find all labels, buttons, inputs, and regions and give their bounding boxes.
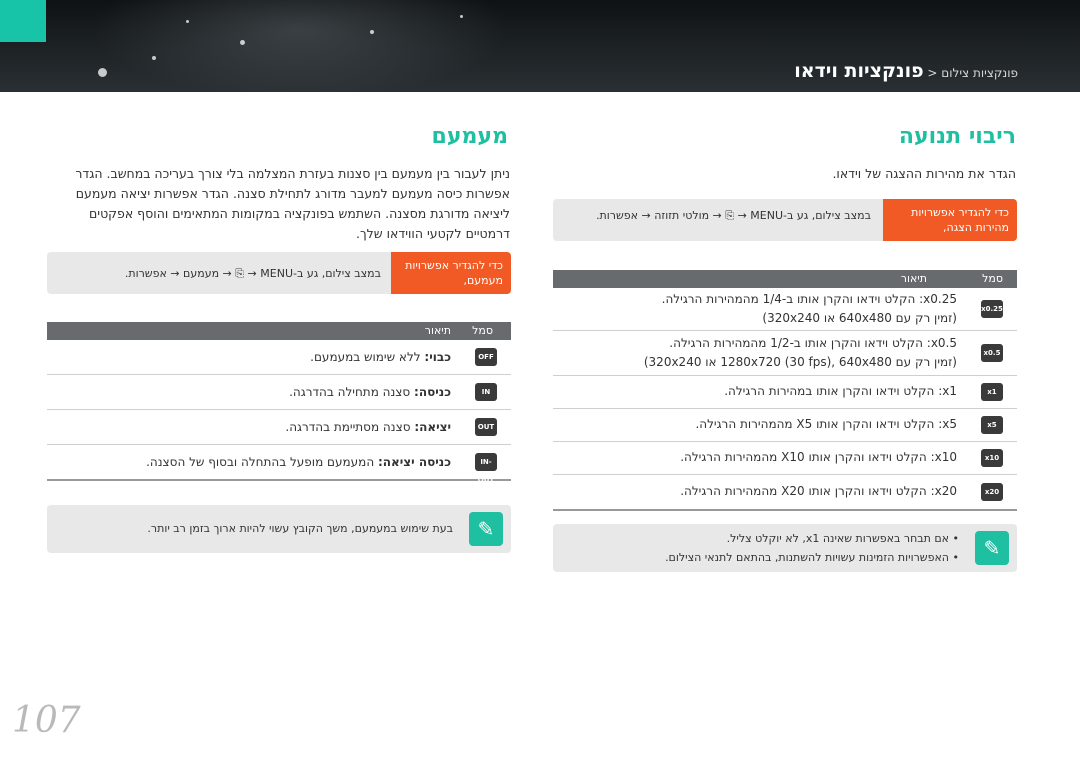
menu-path-box: כדי להגדיר אפשרויות מהירות הצגה, במצב צי… (553, 199, 1017, 241)
note-box-motion: ✎ • אם תבחר באפשרות שאינה x1, לא יוקלט צ… (553, 524, 1017, 572)
light-dot (370, 30, 374, 34)
menu-path-box: כדי להגדיר אפשרויות מעמעם, במצב צילום, ג… (47, 252, 511, 294)
motion-x0.25-icon: x0.25 (981, 300, 1003, 318)
motion-table: סמל תיאור x0.25 x0.25: הקלט וידאו והקרן … (553, 270, 1017, 511)
table-header: סמל תיאור (47, 322, 511, 340)
fader-out-icon: OUT (475, 418, 497, 436)
table-row: IN-OUT כניסה יציאה: המעמעם מופעל בהתחלה … (47, 445, 511, 484)
header-glow (90, 0, 510, 92)
table-row: IN כניסה: סצנה מתחילה בהדרגה. (47, 375, 511, 410)
light-dot (98, 68, 107, 77)
note-text: • אם תבחר באפשרות שאינה x1, לא יוקלט צלי… (665, 532, 959, 564)
section-title-motion: ריבוי תנועה (898, 124, 1016, 149)
motion-x1-icon: x1 (981, 383, 1003, 401)
row-text: x10: הקלט וידאו והקרן אותו X10 מהמהירות … (680, 450, 957, 464)
row-text: כבוי: ללא שימוש במעמעם. (310, 350, 451, 364)
section-desc-fader: ניתן לעבור בין מעמעם בין סצנות בעזרת המצ… (75, 166, 510, 241)
fader-table: סמל תיאור OFF כבוי: ללא שימוש במעמעם. IN… (47, 322, 511, 484)
fader-in-icon: IN (475, 383, 497, 401)
row-text: כניסה יציאה: המעמעם מופעל בהתחלה ובסוף ש… (146, 455, 451, 469)
section-title-fader: מעמעם (431, 124, 508, 149)
menu-path-label: כדי להגדיר אפשרויות מעמעם, (391, 252, 511, 294)
fader-in-out-icon: IN-OUT (475, 453, 497, 484)
table-row: x0.25 x0.25: הקלט וידאו והקרן אותו ב-1/4… (553, 288, 1017, 331)
fader-off-icon: OFF (475, 348, 497, 366)
chapter-tab (0, 0, 46, 42)
note-box-fader: ✎ בעת שימוש במעמעם, משך הקובץ עשוי להיות… (47, 505, 511, 553)
light-dot (186, 20, 189, 23)
row-text: x20: הקלט וידאו והקרן אותו X20 מהמהירות … (680, 484, 957, 498)
motion-x20-icon: x20 (981, 483, 1003, 501)
menu-path-label: כדי להגדיר אפשרויות מהירות הצגה, (883, 199, 1017, 241)
light-dot (460, 15, 463, 18)
table-row: x5 x5: הקלט וידאו והקרן אותו X5 מהמהירות… (553, 409, 1017, 442)
col-desc: תיאור (900, 272, 927, 285)
breadcrumb-separator: < (923, 66, 942, 80)
row-text: כניסה: סצנה מתחילה בהדרגה. (289, 385, 451, 399)
table-row: OFF כבוי: ללא שימוש במעמעם. (47, 340, 511, 375)
section-desc-motion: הגדר את מהירות ההצגה של וידאו. (832, 166, 1016, 181)
page-number: 107 (12, 700, 81, 741)
menu-path: במצב צילום, גע ב-MENU → ⎘ → מעמעם → אפשר… (124, 267, 381, 280)
pen-icon: ✎ (469, 512, 503, 546)
table-row: x1 x1: הקלט וידאו והקרן אותו במהירות הרג… (553, 376, 1017, 409)
light-dot (152, 56, 156, 60)
row-text: x5: הקלט וידאו והקרן אותו X5 מהמהירות הר… (695, 417, 957, 431)
table-header: סמל תיאור (553, 270, 1017, 288)
row-text: x0.5: הקלט וידאו והקרן אותו ב-1/2 מהמהיר… (643, 336, 957, 369)
col-desc: תיאור (424, 324, 451, 337)
row-text: x0.25: הקלט וידאו והקרן אותו ב-1/4 מהמהי… (661, 292, 957, 325)
col-icon: סמל (472, 324, 493, 337)
table-row: OUT יציאה: סצנה מסתיימת בהדרגה. (47, 410, 511, 445)
row-text: יציאה: סצנה מסתיימת בהדרגה. (285, 420, 451, 434)
breadcrumb: פונקציות צילום < פונקציות וידאו (794, 60, 1018, 82)
pen-icon: ✎ (975, 531, 1009, 565)
motion-x5-icon: x5 (981, 416, 1003, 434)
row-text: x1: הקלט וידאו והקרן אותו במהירות הרגילה… (724, 384, 957, 398)
breadcrumb-parent: פונקציות צילום (941, 66, 1018, 80)
page-header: פונקציות צילום < פונקציות וידאו (0, 0, 1080, 92)
menu-path: במצב צילום, גע ב-MENU → ⎘ → מולטי תזוזה … (596, 209, 871, 222)
table-row: x10 x10: הקלט וידאו והקרן אותו X10 מהמהי… (553, 442, 1017, 475)
table-row: x20 x20: הקלט וידאו והקרן אותו X20 מהמהי… (553, 475, 1017, 511)
motion-x10-icon: x10 (981, 449, 1003, 467)
table-row: x0.5 x0.5: הקלט וידאו והקרן אותו ב-1/2 מ… (553, 331, 1017, 376)
breadcrumb-current: פונקציות וידאו (794, 60, 924, 82)
light-dot (240, 40, 245, 45)
note-text: בעת שימוש במעמעם, משך הקובץ עשוי להיות א… (147, 522, 453, 535)
motion-x0.5-icon: x0.5 (981, 344, 1003, 362)
col-icon: סמל (982, 272, 1003, 285)
